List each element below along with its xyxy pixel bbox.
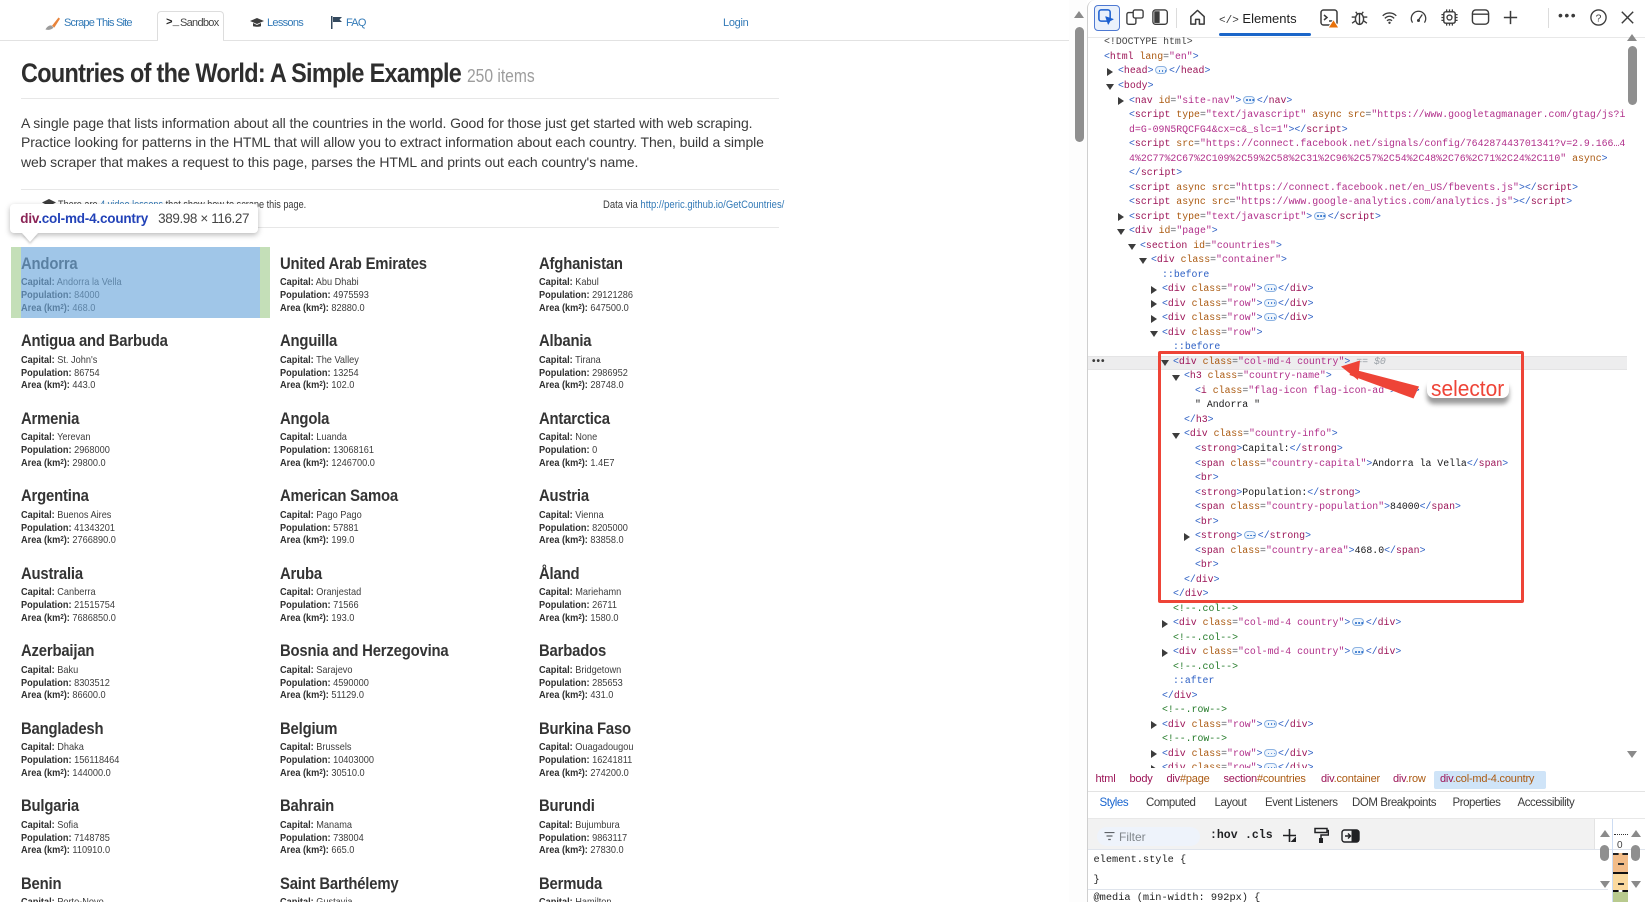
svg-text:?: ?: [1596, 13, 1602, 24]
